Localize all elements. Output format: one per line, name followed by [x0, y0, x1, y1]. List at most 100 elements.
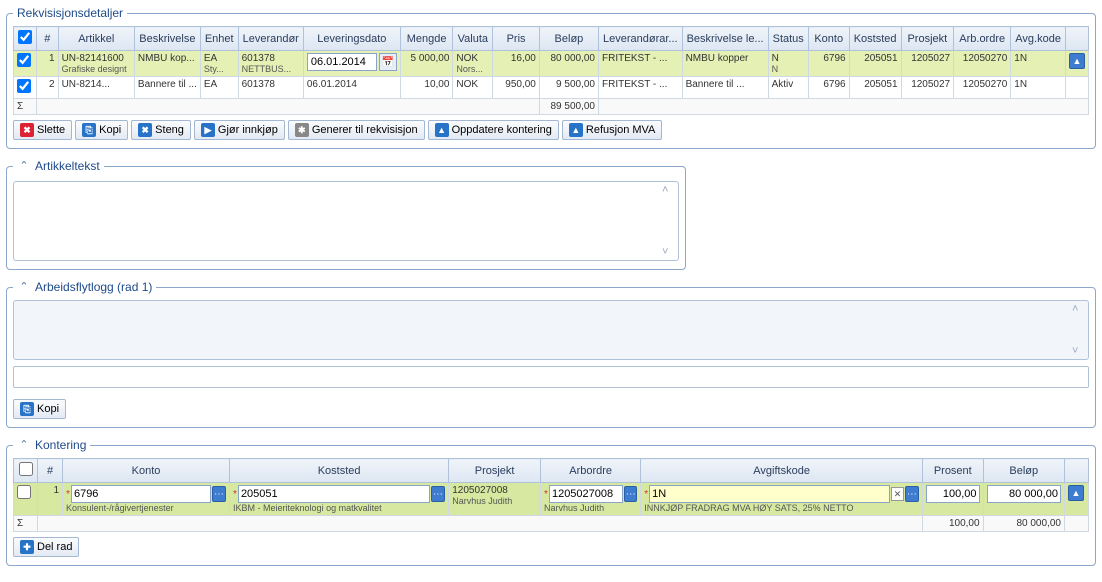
col-beskrivelse[interactable]: Beskrivelse — [134, 27, 200, 51]
clear-icon[interactable]: ✕ — [891, 487, 904, 501]
cell-arbordre: 12050270 — [954, 51, 1011, 77]
koststed-input[interactable] — [238, 485, 430, 503]
cell-arbordre: 12050270 — [954, 77, 1011, 99]
lookup-icon[interactable]: ⋯ — [212, 486, 226, 502]
col-num[interactable]: # — [37, 27, 59, 51]
col-leverandorar[interactable]: Leverandørar... — [598, 27, 682, 51]
col-arbordre[interactable]: Arb.ordre — [954, 27, 1011, 51]
cell-enhet: EASty... — [200, 51, 238, 77]
col-valuta[interactable]: Valuta — [453, 27, 493, 51]
arbordre-input[interactable] — [549, 485, 623, 503]
prosjekt-desc: Narvhus Judith — [452, 496, 537, 506]
scroll-down-icon[interactable]: ˅ — [1072, 345, 1086, 357]
lookup-icon[interactable]: ⋯ — [905, 486, 919, 502]
required-icon: * — [544, 489, 548, 500]
cell-avgkode: 1N — [1011, 77, 1066, 99]
copy-icon: ⎘ — [82, 123, 96, 137]
cell-leveringsdato[interactable]: 📅 — [303, 51, 400, 77]
split-icon: ✚ — [20, 540, 34, 554]
refusjon-button[interactable]: ▲Refusjon MVA — [562, 120, 663, 140]
konto-input[interactable] — [71, 485, 211, 503]
col-leverandor[interactable]: Leverandør — [238, 27, 303, 51]
collapse-icon[interactable]: ⌃ — [17, 159, 31, 173]
log-viewer[interactable]: ˄˅ — [13, 300, 1089, 360]
oppdatere-button[interactable]: ▲Oppdatere kontering — [428, 120, 559, 140]
cell-koststed: 205051 — [849, 51, 901, 77]
refund-icon: ▲ — [569, 123, 583, 137]
sum-label: Σ — [14, 516, 38, 532]
generer-button[interactable]: ✱Generer til rekvisisjon — [288, 120, 425, 140]
col-mengde[interactable]: Mengde — [400, 27, 453, 51]
col-pris[interactable]: Pris — [493, 27, 540, 51]
col-arbordre[interactable]: Arbordre — [541, 459, 641, 483]
collapse-icon[interactable]: ⌃ — [17, 280, 31, 294]
col-belop[interactable]: Beløp — [539, 27, 598, 51]
row-checkbox[interactable] — [17, 53, 31, 67]
select-all-checkbox[interactable] — [18, 30, 32, 44]
cell-enhet: EA — [200, 77, 238, 99]
row-checkbox[interactable] — [17, 485, 31, 499]
col-koststed[interactable]: Koststed — [230, 459, 449, 483]
expand-icon[interactable]: ▲ — [1069, 53, 1085, 69]
slette-button[interactable]: ✖Slette — [13, 120, 72, 140]
cell-artikkel: UN-82141600Grafiske designt — [58, 51, 134, 77]
col-belop[interactable]: Beløp — [983, 459, 1064, 483]
belop-input[interactable] — [987, 485, 1061, 503]
scroll-up-icon[interactable]: ˄ — [1072, 303, 1086, 315]
select-all-checkbox[interactable] — [19, 462, 33, 476]
cell-pris: 950,00 — [493, 77, 540, 99]
cell-koststed: 205051 — [849, 77, 901, 99]
avgiftskode-cell: *✕⋯ INNKJØP FRADRAG MVA HØY SATS, 25% NE… — [641, 483, 923, 516]
cell-konto: 6796 — [808, 51, 849, 77]
prosent-input[interactable] — [926, 485, 980, 503]
kontering-row[interactable]: 1 *⋯ Konsulent-/rågivertjenester *⋯ IKBM… — [14, 483, 1089, 516]
koststed-cell: *⋯ IKBM - Meieriteknologi og matkvalitet — [230, 483, 449, 516]
rekv-toolbar: ✖Slette ⎘Kopi ✖Steng ▶Gjør innkjøp ✱Gene… — [13, 120, 1089, 140]
update-icon: ▲ — [435, 123, 449, 137]
section-title: Rekvisisjonsdetaljer — [17, 6, 123, 20]
col-prosjekt[interactable]: Prosjekt — [901, 27, 954, 51]
artikkeltekst-panel: ⌃Artikkeltekst ˄˅ — [6, 159, 686, 270]
arbeidsflytlogg-panel: ⌃Arbeidsflytlogg (rad 1) ˄˅ ⎘Kopi — [6, 280, 1096, 428]
lookup-icon[interactable]: ⋯ — [431, 486, 446, 502]
col-enhet[interactable]: Enhet — [200, 27, 238, 51]
col-avgkode[interactable]: Avg.kode — [1011, 27, 1066, 51]
lookup-icon[interactable]: ⋯ — [624, 486, 637, 502]
delete-icon: ✖ — [20, 123, 34, 137]
rekvisisjonsdetaljer-panel: Rekvisisjonsdetaljer # Artikkel Beskrive… — [6, 6, 1096, 149]
leveringsdato-input[interactable] — [307, 53, 377, 71]
steng-button[interactable]: ✖Steng — [131, 120, 191, 140]
col-konto[interactable]: Konto — [808, 27, 849, 51]
kopi-button[interactable]: ⎘Kopi — [75, 120, 128, 140]
expand-icon[interactable]: ▲ — [1068, 485, 1084, 501]
collapse-icon[interactable]: ⌃ — [17, 438, 31, 452]
scroll-up-icon[interactable]: ˄ — [662, 184, 676, 196]
table-row[interactable]: 2 UN-8214... Bannere til ... EA 601378 0… — [14, 77, 1089, 99]
col-beskrivelse-le[interactable]: Beskrivelse le... — [682, 27, 768, 51]
col-avgiftskode[interactable]: Avgiftskode — [641, 459, 923, 483]
close-icon: ✖ — [138, 123, 152, 137]
gjor-innkjop-button[interactable]: ▶Gjør innkjøp — [194, 120, 285, 140]
col-leveringsdato[interactable]: Leveringsdato — [303, 27, 400, 51]
col-status[interactable]: Status — [768, 27, 808, 51]
cell-leverandorar: FRITEKST - ... — [598, 51, 682, 77]
cell-konto: 6796 — [808, 77, 849, 99]
table-row[interactable]: 1 UN-82141600Grafiske designt NMBU kop..… — [14, 51, 1089, 77]
calendar-icon[interactable]: 📅 — [379, 53, 397, 71]
artikkeltekst-textarea[interactable]: ˄˅ — [13, 181, 679, 261]
rekvisisjon-table: # Artikkel Beskrivelse Enhet Leverandør … — [13, 26, 1089, 115]
col-prosjekt[interactable]: Prosjekt — [449, 459, 541, 483]
row-checkbox[interactable] — [17, 79, 31, 93]
cell-valuta: NOKNors... — [453, 51, 493, 77]
logg-kopi-button[interactable]: ⎘Kopi — [13, 399, 66, 419]
row-num: 1 — [37, 51, 59, 77]
col-num[interactable]: # — [38, 459, 63, 483]
col-konto[interactable]: Konto — [63, 459, 230, 483]
delrad-button[interactable]: ✚Del rad — [13, 537, 79, 557]
avgiftskode-input[interactable] — [649, 485, 890, 503]
col-koststed[interactable]: Koststed — [849, 27, 901, 51]
log-input[interactable] — [13, 366, 1089, 388]
col-prosent[interactable]: Prosent — [923, 459, 984, 483]
col-artikkel[interactable]: Artikkel — [58, 27, 134, 51]
scroll-down-icon[interactable]: ˅ — [662, 246, 676, 258]
